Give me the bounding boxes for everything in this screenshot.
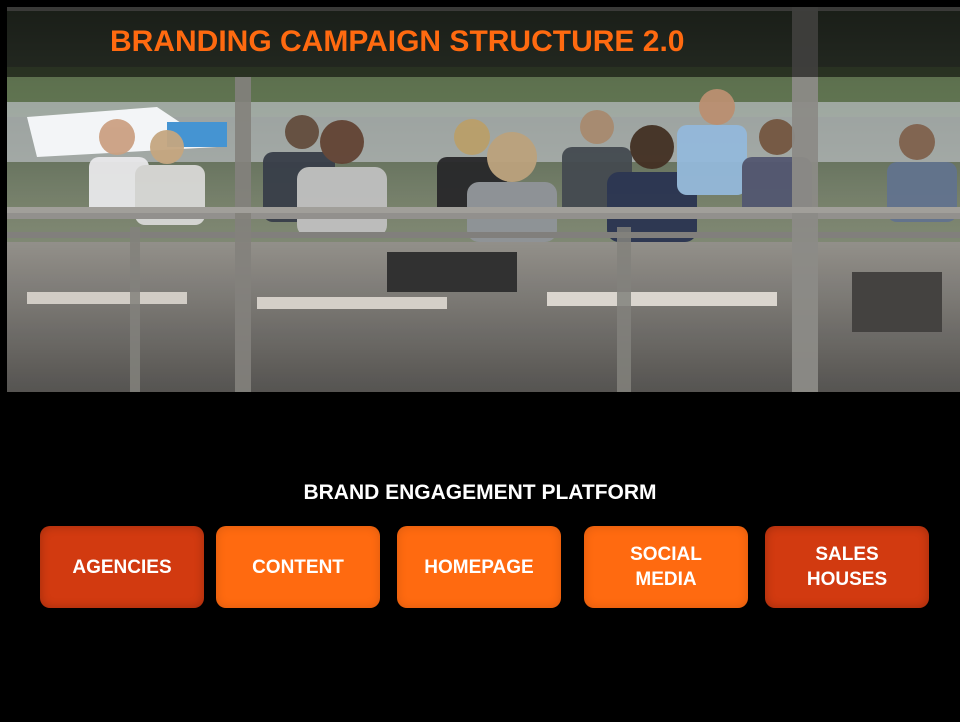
tile-label: SOCIAL MEDIA bbox=[630, 544, 702, 590]
tile-label: SALES HOUSES bbox=[806, 544, 888, 590]
tile-label: AGENCIES bbox=[72, 556, 172, 578]
slide: BRANDING CAMPAIGN STRUCTURE 2.0 BRAND EN… bbox=[0, 0, 960, 722]
tile-sales-houses: SALES HOUSES bbox=[765, 526, 929, 608]
slide-title: BRANDING CAMPAIGN STRUCTURE 2.0 bbox=[110, 25, 685, 58]
tile-agencies: AGENCIES bbox=[40, 526, 204, 608]
platform-heading: BRAND ENGAGEMENT PLATFORM bbox=[303, 481, 657, 504]
tile-content: CONTENT bbox=[216, 526, 380, 608]
tile-social-media: SOCIAL MEDIA bbox=[584, 526, 748, 608]
tile-homepage: HOMEPAGE bbox=[397, 526, 561, 608]
tile-label: HOMEPAGE bbox=[424, 556, 534, 578]
tile-label: CONTENT bbox=[252, 556, 344, 578]
